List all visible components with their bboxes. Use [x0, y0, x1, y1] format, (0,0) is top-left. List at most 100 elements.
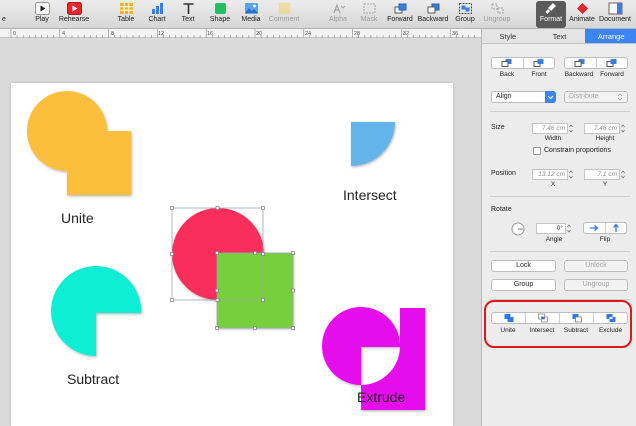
- inspector-tabs: Style Text Arrange: [482, 29, 636, 44]
- animate-button[interactable]: Animate: [567, 1, 597, 28]
- divider: [490, 251, 630, 252]
- play-button[interactable]: Play: [29, 1, 55, 28]
- ruler-tick: 28: [354, 31, 360, 37]
- table-button[interactable]: Table: [113, 1, 139, 28]
- animate-label: Animate: [569, 16, 595, 23]
- inspector-forward-button[interactable]: [595, 58, 628, 68]
- green-square-shape[interactable]: [217, 253, 293, 328]
- slide-canvas: Unite Intersect Subtract Extrude: [0, 38, 481, 426]
- back-button[interactable]: [492, 58, 523, 68]
- subtract-shape[interactable]: [51, 266, 142, 356]
- highlight-annotation: [484, 300, 632, 348]
- ungroup-arrange-button[interactable]: Ungroup: [564, 279, 628, 291]
- unite-caption: Unite: [61, 210, 94, 226]
- angle-field[interactable]: 0°: [536, 223, 566, 234]
- tab-arrange[interactable]: Arrange: [585, 29, 636, 43]
- unlock-button[interactable]: Unlock: [564, 260, 628, 272]
- back-label: Back: [499, 71, 515, 78]
- rehearse-label: Rehearse: [58, 16, 90, 23]
- lock-button[interactable]: Lock: [491, 260, 556, 272]
- angle-stepper-icon[interactable]: [566, 223, 572, 234]
- width-stepper-icon[interactable]: [568, 123, 574, 134]
- ruler-tick: 36: [452, 31, 458, 37]
- rehearse-icon: [66, 2, 82, 15]
- tab-text[interactable]: Text: [534, 29, 586, 43]
- inspector-backward-button[interactable]: [565, 58, 596, 68]
- arrow-up-icon: [612, 223, 619, 232]
- mask-button[interactable]: Mask: [357, 1, 381, 28]
- position-y-field[interactable]: 7.1 cm: [584, 169, 620, 180]
- forward-label: Forward: [600, 71, 624, 78]
- bring-to-front-icon: [533, 59, 544, 67]
- forward-icon: [606, 59, 617, 67]
- keynote-window: e Play Rehearse Table Chart Text Shape M…: [0, 0, 636, 426]
- distribute-label: Distribute: [569, 93, 599, 100]
- group-arrange-button[interactable]: Group: [491, 279, 556, 291]
- alpha-icon: [332, 3, 345, 14]
- intersect-shape[interactable]: [351, 122, 395, 166]
- x-stepper-icon[interactable]: [568, 169, 574, 180]
- width-field[interactable]: 7.46 cm: [532, 123, 568, 134]
- divider: [490, 111, 630, 112]
- flip-horizontal-button[interactable]: [584, 223, 605, 233]
- tab-style[interactable]: Style: [482, 29, 534, 43]
- toolbar-partial-label: e: [2, 16, 6, 23]
- format-brush-icon: [545, 3, 556, 14]
- alpha-label: Alpha: [329, 16, 347, 23]
- shape-button[interactable]: Shape: [207, 1, 233, 28]
- position-y-label: Y: [602, 181, 608, 188]
- comment-label: Comment: [268, 16, 300, 23]
- slide[interactable]: Unite Intersect Subtract Extrude: [11, 83, 453, 426]
- arrow-right-icon: [590, 225, 599, 231]
- group-label: Group: [455, 16, 475, 23]
- text-icon: [183, 3, 193, 14]
- height-field[interactable]: 7.46 cm: [584, 123, 620, 134]
- angle-label: Angle: [545, 236, 563, 243]
- ungroup-icon: [491, 3, 503, 14]
- front-button[interactable]: [522, 58, 555, 68]
- unite-shape[interactable]: [27, 91, 131, 195]
- forward-button[interactable]: Forward: [386, 1, 414, 28]
- text-label: Text: [181, 16, 195, 23]
- align-dropdown[interactable]: Align: [491, 91, 556, 103]
- position-x-label: X: [550, 181, 556, 188]
- height-stepper-icon[interactable]: [620, 123, 626, 134]
- position-x-field[interactable]: 13.12 cm: [532, 169, 568, 180]
- toolbar: e Play Rehearse Table Chart Text Shape M…: [0, 0, 636, 29]
- group-button[interactable]: Group: [453, 1, 477, 28]
- send-backward-icon: [427, 3, 439, 14]
- animate-icon: [576, 3, 588, 14]
- constrain-proportions-checkbox[interactable]: [533, 147, 541, 155]
- up-down-chevron-icon: [617, 93, 623, 101]
- backward-label: Backward: [564, 71, 594, 78]
- chart-button[interactable]: Chart: [144, 1, 170, 28]
- ruler-tick: 4: [62, 31, 65, 37]
- inspector-panel: Style Text Arrange Back Front Backward F…: [481, 29, 636, 426]
- backward-button[interactable]: Backward: [417, 1, 449, 28]
- document-button[interactable]: Document: [598, 1, 632, 28]
- flip-vertical-button[interactable]: [604, 223, 627, 233]
- media-icon: [244, 3, 258, 14]
- width-label: Width: [544, 135, 562, 142]
- back-front-control: [491, 57, 555, 69]
- rehearse-button[interactable]: Rehearse: [58, 1, 90, 28]
- chart-label: Chart: [148, 16, 166, 23]
- toolbar-partial-item[interactable]: e: [0, 1, 8, 28]
- distribute-dropdown[interactable]: Distribute: [564, 91, 628, 103]
- y-stepper-icon[interactable]: [620, 169, 626, 180]
- rotation-dial-icon[interactable]: [511, 222, 525, 236]
- alpha-button[interactable]: Alpha: [326, 1, 350, 28]
- ungroup-button[interactable]: Ungroup: [482, 1, 512, 28]
- comment-button[interactable]: Comment: [267, 1, 301, 28]
- media-label: Media: [241, 16, 261, 23]
- chart-icon: [151, 3, 163, 14]
- constrain-proportions-label: Constrain proportions: [544, 147, 611, 154]
- format-label: Format: [539, 16, 563, 23]
- position-section-label: Position: [491, 170, 516, 177]
- format-button[interactable]: Format: [536, 1, 566, 28]
- chevron-down-icon: [547, 95, 554, 100]
- text-button[interactable]: Text: [176, 1, 200, 28]
- media-button[interactable]: Media: [238, 1, 264, 28]
- shape-label: Shape: [209, 16, 231, 23]
- backward-label: Backward: [417, 16, 449, 23]
